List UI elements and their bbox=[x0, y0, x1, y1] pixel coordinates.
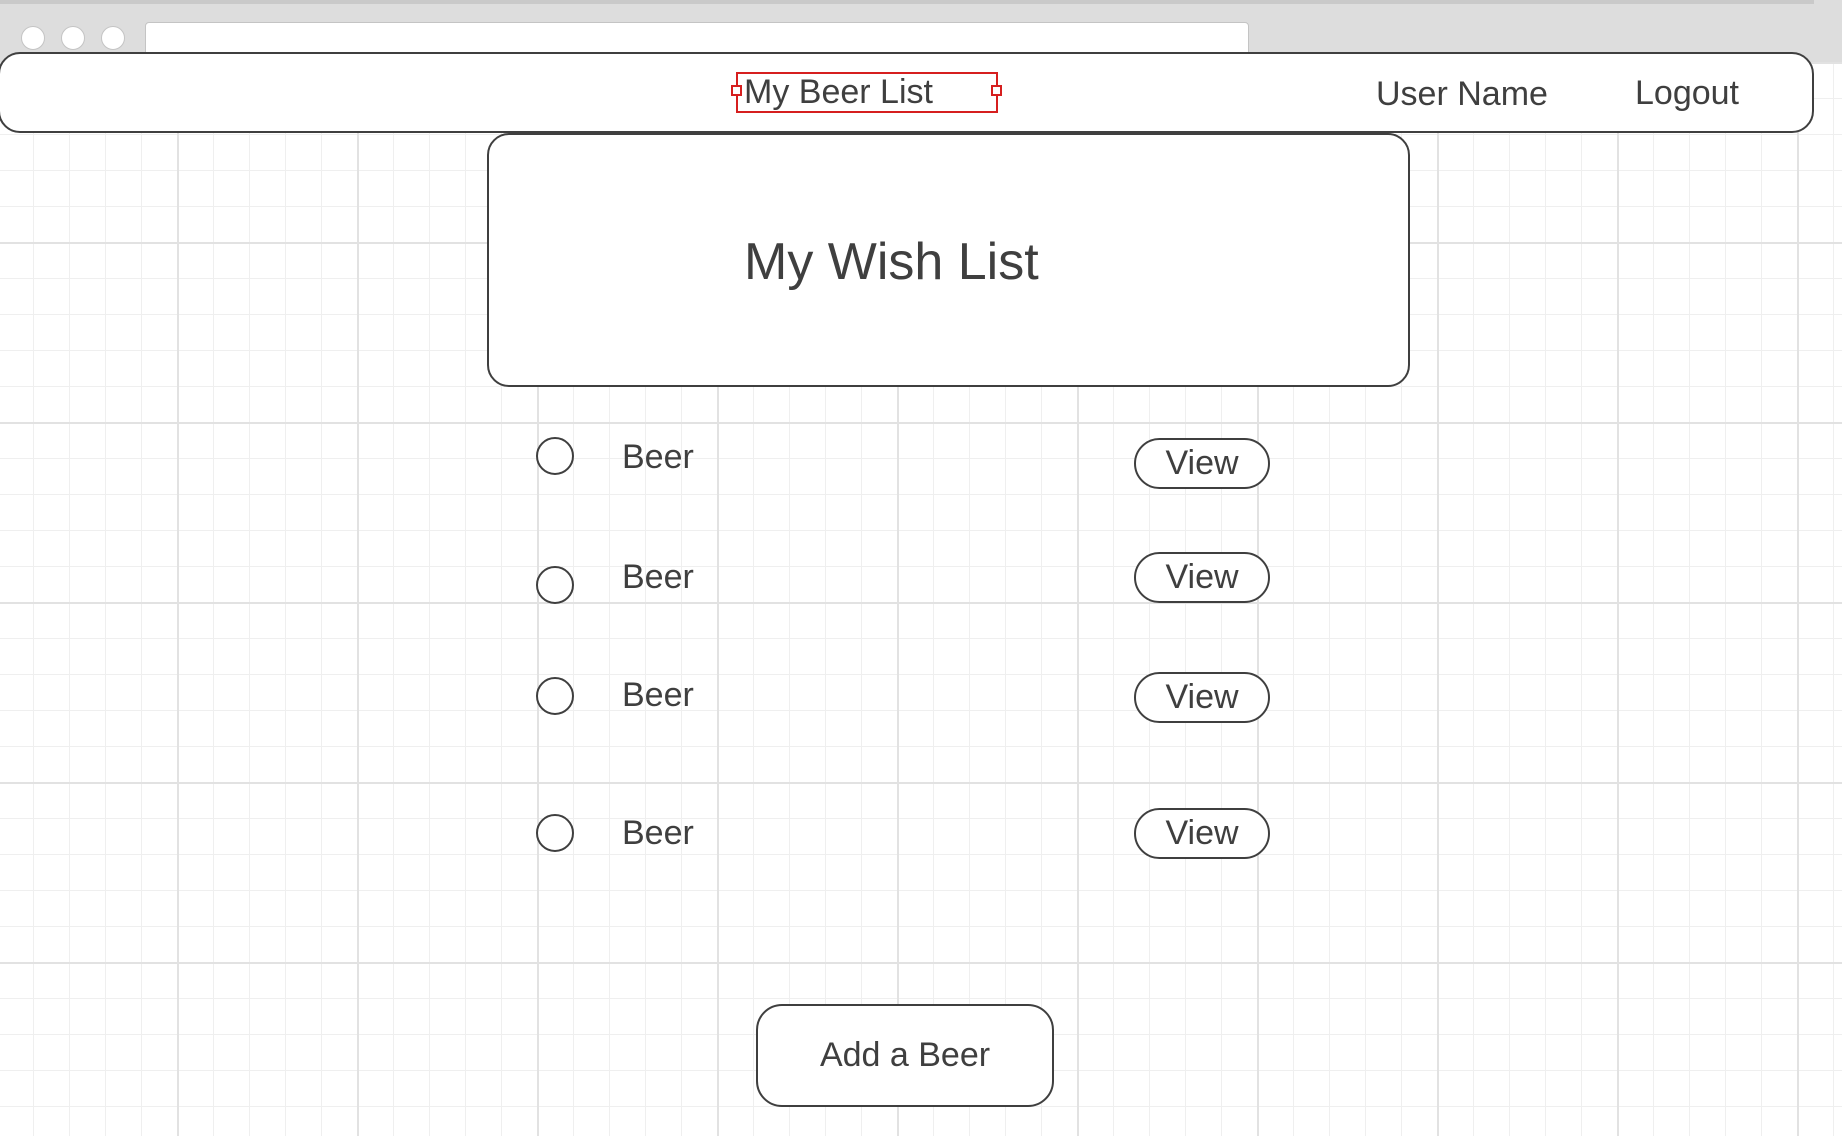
view-button[interactable]: View bbox=[1134, 438, 1270, 489]
logout-link[interactable]: Logout bbox=[1635, 73, 1739, 113]
window-maximize-dot[interactable] bbox=[101, 26, 125, 50]
user-name-link[interactable]: User Name bbox=[1376, 74, 1548, 114]
view-button[interactable]: View bbox=[1134, 808, 1270, 859]
selection-handle-right[interactable] bbox=[991, 85, 1002, 96]
window-minimize-dot[interactable] bbox=[61, 26, 85, 50]
beer-name: Beer bbox=[622, 676, 694, 714]
beer-radio[interactable] bbox=[536, 566, 574, 604]
beer-name: Beer bbox=[622, 814, 694, 852]
view-button[interactable]: View bbox=[1134, 552, 1270, 603]
add-beer-button[interactable]: Add a Beer bbox=[756, 1004, 1054, 1107]
view-button[interactable]: View bbox=[1134, 672, 1270, 723]
beer-radio[interactable] bbox=[536, 677, 574, 715]
brand-link[interactable]: My Beer List bbox=[736, 72, 998, 113]
selection-handle-left[interactable] bbox=[731, 85, 742, 96]
beer-name: Beer bbox=[622, 438, 694, 476]
beer-radio[interactable] bbox=[536, 437, 574, 475]
address-bar[interactable] bbox=[145, 22, 1249, 56]
browser-chrome-edge bbox=[1814, 0, 1842, 62]
page-title: My Wish List bbox=[744, 233, 1039, 291]
beer-name: Beer bbox=[622, 558, 694, 596]
window-close-dot[interactable] bbox=[21, 26, 45, 50]
beer-radio[interactable] bbox=[536, 814, 574, 852]
